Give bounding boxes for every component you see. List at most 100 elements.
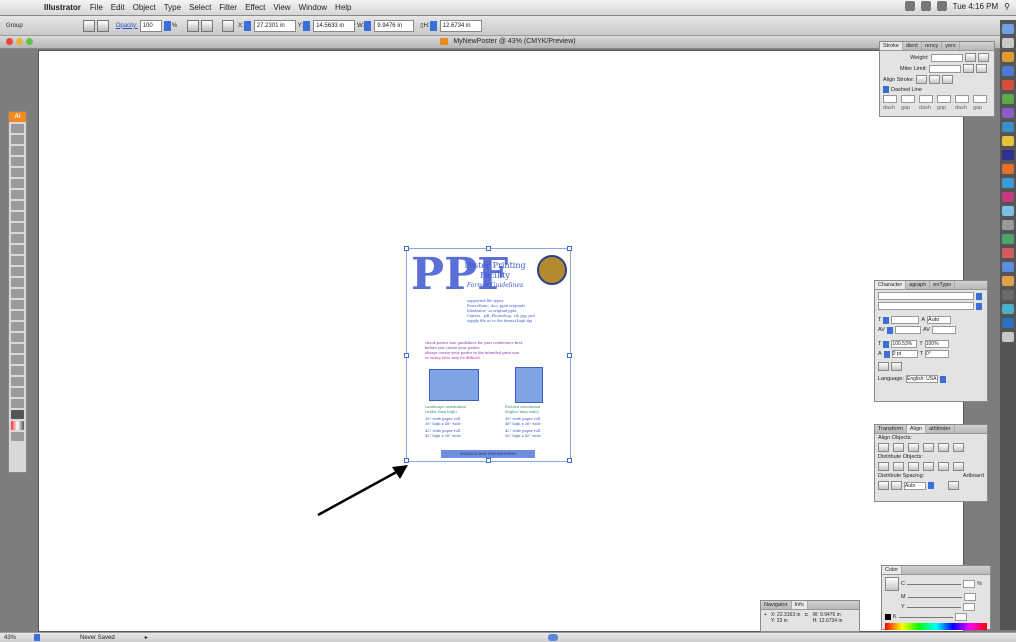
tracking-input[interactable]: [931, 326, 956, 334]
dock-app-icon-7[interactable]: [1002, 122, 1014, 132]
spacing-input[interactable]: Auto: [904, 481, 926, 490]
selection-handle-t[interactable]: [486, 246, 491, 251]
selection-handle-b[interactable]: [486, 458, 491, 463]
align-top-button[interactable]: [923, 443, 934, 452]
font-size-stepper[interactable]: [883, 316, 890, 324]
leading-input[interactable]: Auto: [927, 316, 952, 324]
dock-app-icon-19[interactable]: [1002, 304, 1014, 314]
miter-limit-input[interactable]: [928, 64, 961, 73]
lasso-tool-icon[interactable]: [11, 157, 24, 166]
eyedropper-tool-icon[interactable]: [11, 322, 24, 331]
tab-color[interactable]: Color: [882, 566, 903, 574]
dock-app-icon-5[interactable]: [1002, 94, 1014, 104]
grid-toggle-button[interactable]: [96, 19, 109, 32]
menu-type[interactable]: Type: [164, 3, 181, 12]
dock-app-icon-4[interactable]: [1002, 80, 1014, 90]
zoom-dropdown[interactable]: [34, 634, 40, 641]
join-round-button[interactable]: [975, 64, 987, 73]
align-left-button[interactable]: [878, 443, 889, 452]
tab-paragraph[interactable]: agraph: [906, 281, 931, 289]
strikethrough-button[interactable]: [891, 362, 902, 371]
font-family-select[interactable]: [878, 292, 974, 300]
font-style-dropdown[interactable]: [976, 302, 982, 310]
menu-select[interactable]: Select: [189, 3, 211, 12]
font-family-dropdown[interactable]: [976, 292, 982, 300]
volume-icon[interactable]: [936, 1, 947, 11]
status-menu-arrow-icon[interactable]: ▸: [145, 634, 148, 641]
distribute-bottom-button[interactable]: [908, 462, 919, 471]
type-tool-icon[interactable]: [11, 179, 24, 188]
channel-k-input[interactable]: [954, 613, 967, 621]
opacity-input[interactable]: 100: [139, 19, 162, 32]
dock-app-icon-9[interactable]: [1002, 150, 1014, 160]
reference-point-button[interactable]: [222, 19, 235, 32]
opacity-label[interactable]: Opacity:: [116, 23, 138, 29]
screen-mode-icon[interactable]: [11, 432, 24, 441]
channel-c-input[interactable]: [962, 580, 975, 588]
pencil-tool-icon[interactable]: [11, 223, 24, 232]
wifi-icon[interactable]: [920, 1, 931, 11]
dock-app-icon-17[interactable]: [1002, 276, 1014, 286]
menu-app-name[interactable]: Illustrator: [44, 3, 81, 12]
font-size-input[interactable]: [891, 316, 920, 324]
dock-app-icon-18[interactable]: [1002, 290, 1014, 300]
dock-app-icon-13[interactable]: [1002, 220, 1014, 230]
minimize-window-button[interactable]: [16, 38, 23, 45]
zoom-window-button[interactable]: [26, 38, 33, 45]
align-center-button[interactable]: [916, 75, 928, 84]
align-vcenter-button[interactable]: [938, 443, 949, 452]
x-stepper[interactable]: [243, 20, 251, 31]
x-input[interactable]: 27.2301 in: [253, 19, 296, 32]
tab-align[interactable]: Align: [906, 425, 927, 433]
tab-gradient[interactable]: dient: [903, 42, 922, 50]
black-swatch-icon[interactable]: [885, 614, 891, 620]
status-icon[interactable]: [904, 1, 915, 11]
font-style-select[interactable]: [878, 302, 974, 310]
w-stepper[interactable]: [364, 20, 372, 31]
menu-window[interactable]: Window: [299, 3, 327, 12]
menu-clock[interactable]: Tue 4:16 PM: [953, 2, 999, 11]
align-hcenter-button[interactable]: [893, 443, 904, 452]
dash-field-3[interactable]: [955, 95, 969, 103]
gap-field-3[interactable]: [973, 95, 987, 103]
rotate-tool-icon[interactable]: [11, 234, 24, 243]
tab-pathfinder[interactable]: athfinder: [926, 425, 955, 433]
align-to-artboard-button[interactable]: [948, 481, 959, 490]
hand-tool-icon[interactable]: [11, 388, 24, 397]
dock-app-icon-6[interactable]: [1002, 108, 1014, 118]
dash-field-2[interactable]: [919, 95, 933, 103]
magic-wand-tool-icon[interactable]: [11, 146, 24, 155]
y-input[interactable]: 14.5633 in: [313, 19, 356, 32]
align-bottom-button[interactable]: [953, 443, 964, 452]
selection-handle-tl[interactable]: [404, 246, 409, 251]
channel-m-input[interactable]: [963, 593, 976, 601]
rotation-input[interactable]: 0°: [925, 350, 950, 358]
style-button[interactable]: [187, 19, 200, 32]
opacity-dropdown[interactable]: [163, 20, 171, 31]
poster-artwork-group[interactable]: PPF Poster Printing Facility Format Guid…: [404, 246, 572, 463]
menu-help[interactable]: Help: [335, 3, 351, 12]
dock-app-icon-3[interactable]: [1002, 66, 1014, 76]
dock-app-icon-10[interactable]: [1002, 178, 1014, 188]
distribute-hcenter-button[interactable]: [938, 462, 949, 471]
menu-view[interactable]: View: [273, 3, 290, 12]
language-select[interactable]: English: USA: [906, 375, 938, 383]
channel-y-input[interactable]: [962, 603, 975, 611]
symbol-sprayer-tool-icon[interactable]: [11, 278, 24, 287]
dock-finder-icon[interactable]: [1002, 24, 1014, 34]
spotlight-icon[interactable]: ⚲: [1004, 2, 1010, 11]
color-mode-icon[interactable]: [11, 421, 24, 430]
zoom-level[interactable]: 43%: [4, 635, 22, 641]
channel-m-slider[interactable]: [907, 596, 962, 598]
dock-app-icon-12[interactable]: [1002, 206, 1014, 216]
dock-app-icon-15[interactable]: [1002, 248, 1014, 258]
selection-handle-l[interactable]: [404, 353, 409, 358]
zoom-tool-icon[interactable]: [11, 399, 24, 408]
menu-object[interactable]: Object: [133, 3, 156, 12]
tab-info[interactable]: Info: [791, 601, 808, 609]
dash-field-1[interactable]: [883, 95, 897, 103]
color-spectrum-bar[interactable]: [885, 623, 987, 630]
kerning-input[interactable]: [894, 326, 921, 334]
horizontal-spacing-button[interactable]: [891, 481, 902, 490]
free-transform-tool-icon[interactable]: [11, 267, 24, 276]
